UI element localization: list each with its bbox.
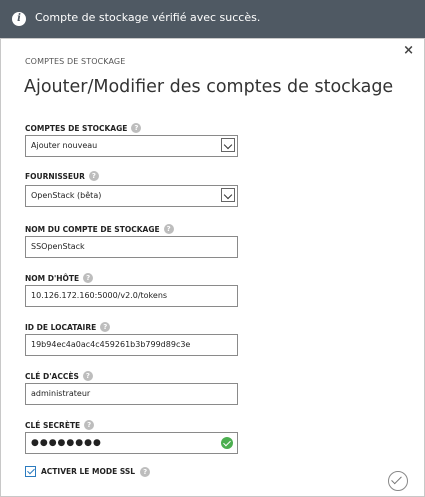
account-name-input[interactable]: SSOpenStack (25, 236, 238, 258)
account-name-label: NOM DU COMPTE DE STOCKAGE ? (25, 224, 174, 234)
storage-accounts-select[interactable]: Ajouter nouveau (25, 135, 238, 157)
help-icon[interactable]: ? (100, 322, 111, 332)
check-circle-icon (221, 437, 233, 449)
ssl-label: ACTIVER LE MODE SSL (41, 467, 136, 476)
notification-message: Compte de stockage vérifié avec succès. (35, 11, 261, 24)
help-icon[interactable]: ? (82, 371, 93, 381)
dialog-subtitle: COMPTES DE STOCKAGE (25, 57, 126, 66)
chevron-down-icon[interactable] (221, 138, 235, 152)
hostname-input[interactable]: 10.126.172.160:5000/v2.0/tokens (25, 285, 238, 307)
tenant-id-label: ID DE LOCATAIRE ? (25, 322, 111, 332)
tenant-id-input[interactable]: 19b94ec4a0ac4c459261b3b799d89c3e (25, 334, 238, 356)
hostname-label: NOM D'HÔTE ? (25, 273, 94, 283)
confirm-button[interactable] (388, 471, 408, 491)
help-icon[interactable]: ? (131, 123, 142, 133)
close-icon[interactable]: × (403, 43, 414, 58)
secret-key-label: CLÉ SECRÈTE ? (25, 420, 95, 430)
info-icon: i (12, 12, 26, 26)
help-icon[interactable]: ? (163, 224, 174, 234)
secret-key-value: ●●●●●●●● (31, 438, 102, 448)
help-icon[interactable]: ? (88, 171, 99, 181)
dialog-title: Ajouter/Modifier des comptes de stockage (24, 77, 394, 97)
access-key-input[interactable]: administrateur (25, 383, 238, 405)
provider-label: FOURNISSEUR ? (25, 171, 99, 181)
provider-select[interactable]: OpenStack (bêta) (25, 185, 238, 207)
help-icon[interactable]: ? (83, 273, 94, 283)
storage-accounts-dialog: × COMPTES DE STOCKAGE Ajouter/Modifier d… (0, 38, 425, 497)
notification-bar: i Compte de stockage vérifié avec succès… (0, 0, 425, 38)
ssl-row: ACTIVER LE MODE SSL ? (25, 466, 151, 477)
help-icon[interactable]: ? (84, 420, 95, 430)
storage-accounts-label: COMPTES DE STOCKAGE ? (25, 123, 142, 133)
help-icon[interactable]: ? (140, 466, 151, 477)
access-key-label: CLÉ D'ACCÈS ? (25, 371, 93, 381)
ssl-checkbox[interactable] (25, 466, 36, 477)
secret-key-input[interactable]: ●●●●●●●● (25, 432, 238, 454)
chevron-down-icon[interactable] (221, 188, 235, 202)
